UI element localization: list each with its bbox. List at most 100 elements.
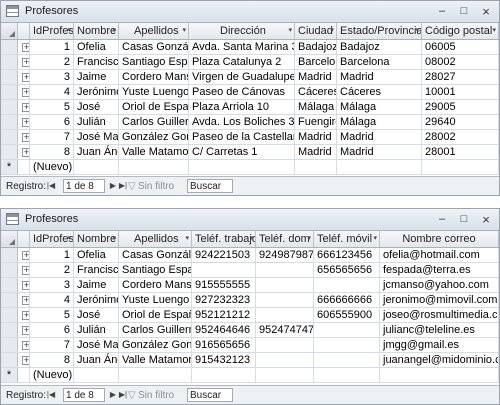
row-selector[interactable]	[1, 323, 18, 337]
expand-cell[interactable]: +	[18, 308, 30, 322]
table-row[interactable]: + 2 Francisco Santiago Espada 656565656 …	[1, 263, 499, 278]
cell-ciudad[interactable]: Madrid	[295, 130, 337, 144]
cell-estado[interactable]: Badajoz	[337, 40, 422, 54]
cell-nombre[interactable]: Francisco	[74, 55, 119, 69]
cell-telef-trabajo[interactable]: 915432123	[192, 353, 256, 367]
column-header-estado[interactable]: Estado/Provincia ▾	[337, 23, 422, 39]
dropdown-icon[interactable]: ▾	[492, 23, 496, 39]
expand-icon[interactable]: +	[22, 133, 29, 142]
minimize-button[interactable]: –	[431, 2, 453, 21]
select-all-corner[interactable]	[1, 231, 18, 247]
table-row[interactable]: + 8 Juan Ángel Valle Matamoros C/ Carret…	[1, 145, 499, 160]
expand-icon[interactable]: +	[22, 296, 29, 305]
cell-ciudad[interactable]: Barcelona	[295, 55, 337, 69]
cell-telef-movil[interactable]	[314, 278, 380, 292]
dropdown-icon[interactable]: ▾	[415, 23, 419, 39]
expand-icon[interactable]: +	[22, 148, 29, 157]
expand-icon[interactable]: +	[22, 251, 29, 260]
expand-icon[interactable]: +	[22, 356, 29, 365]
record-position-field[interactable]: 1 de 8	[63, 388, 105, 402]
cell-telef-trabajo[interactable]: 952464646	[192, 323, 256, 337]
cell-codigo-postal[interactable]: 29640	[422, 115, 499, 129]
expand-cell[interactable]: +	[18, 100, 30, 114]
cell-idprofes[interactable]: 7	[30, 338, 74, 352]
column-header-codigo-postal[interactable]: Código postal ▾	[422, 23, 499, 39]
dropdown-icon[interactable]: ▾	[249, 231, 253, 247]
expand-cell[interactable]: +	[18, 55, 30, 69]
first-record-icon[interactable]: |◀	[45, 179, 57, 193]
expand-cell[interactable]: +	[18, 70, 30, 84]
table-row[interactable]: + 7 José María González González Paseo d…	[1, 130, 499, 145]
cell-idprofes[interactable]: 8	[30, 353, 74, 367]
cell-idprofes[interactable]: 5	[30, 100, 74, 114]
expand-cell[interactable]: +	[18, 293, 30, 307]
cell-apellidos[interactable]: Valle Matamoros	[119, 353, 192, 367]
expand-cell[interactable]: +	[18, 248, 30, 262]
cell-telef-dom[interactable]	[256, 368, 314, 382]
table-row[interactable]: + 7 José María González González 9165656…	[1, 338, 499, 353]
cell-telef-movil[interactable]: 666123456	[314, 248, 380, 262]
row-selector[interactable]	[1, 40, 18, 54]
column-header-ciudad[interactable]: Ciudad ▾	[295, 23, 337, 39]
row-selector[interactable]	[1, 293, 18, 307]
expand-icon[interactable]: +	[22, 103, 29, 112]
cell-nombre-correo[interactable]: julianc@teleline.es	[380, 323, 499, 337]
select-all-corner[interactable]	[1, 23, 18, 39]
row-selector[interactable]	[1, 70, 18, 84]
cell-codigo-postal[interactable]: 08002	[422, 55, 499, 69]
cell-ciudad[interactable]: Badajoz	[295, 40, 337, 54]
expand-icon[interactable]: +	[22, 88, 29, 97]
cell-nombre[interactable]: José	[74, 308, 119, 322]
expand-icon[interactable]: +	[22, 58, 29, 67]
cell-apellidos[interactable]: Oriol de España	[119, 100, 189, 114]
cell-idprofes[interactable]: 2	[30, 55, 74, 69]
cell-nombre-correo[interactable]: juanangel@midominio.com	[380, 353, 499, 367]
title-bar[interactable]: Profesores – □ ×	[1, 1, 499, 23]
column-header-apellidos[interactable]: Apellidos ▾	[119, 23, 189, 39]
expand-cell[interactable]: +	[18, 263, 30, 277]
cell-telef-dom[interactable]	[256, 278, 314, 292]
cell-apellidos[interactable]: Oriol de España	[119, 308, 192, 322]
cell-telef-dom[interactable]	[256, 263, 314, 277]
expand-cell[interactable]: +	[18, 130, 30, 144]
row-selector[interactable]	[1, 308, 18, 322]
cell-telef-movil[interactable]: 606555900	[314, 308, 380, 322]
row-selector[interactable]	[1, 100, 18, 114]
cell-direccion[interactable]: Virgen de Guadalupe 38	[189, 70, 295, 84]
cell-nombre-correo[interactable]: fespada@terra.es	[380, 263, 499, 277]
cell-nombre[interactable]: Julián	[74, 323, 119, 337]
row-selector[interactable]	[1, 55, 18, 69]
cell-telef-movil[interactable]: 656565656	[314, 263, 380, 277]
cell-telef-trabajo[interactable]: 915555555	[192, 278, 256, 292]
table-row[interactable]: + 5 José Oriol de España Plaza Arriola 1…	[1, 100, 499, 115]
expand-cell[interactable]: +	[18, 85, 30, 99]
cell-idprofes[interactable]: 8	[30, 145, 74, 159]
filter-status[interactable]: Sin filtro	[138, 180, 174, 193]
table-row[interactable]: + 2 Francisco Santiago Espada Plaza Cata…	[1, 55, 499, 70]
expand-icon[interactable]: +	[22, 341, 29, 350]
expand-icon[interactable]: +	[22, 311, 29, 320]
expand-cell[interactable]: +	[18, 323, 30, 337]
column-header-telef-movil[interactable]: Teléf. móvil ▾	[314, 231, 380, 247]
cell-ciudad[interactable]: Málaga	[295, 100, 337, 114]
expand-icon[interactable]: +	[22, 266, 29, 275]
cell-direccion[interactable]: C/ Carretas 1	[189, 145, 295, 159]
cell-apellidos[interactable]: Casas González	[119, 40, 189, 54]
cell-telef-dom[interactable]	[256, 293, 314, 307]
cell-codigo-postal[interactable]: 06005	[422, 40, 499, 54]
cell-ciudad[interactable]: Cáceres	[295, 85, 337, 99]
cell-nombre-correo[interactable]: ofelia@hotmail.com	[380, 248, 499, 262]
cell-apellidos[interactable]	[119, 368, 192, 382]
cell-apellidos[interactable]: Yuste Luengo	[119, 293, 192, 307]
cell-telef-movil[interactable]	[314, 368, 380, 382]
close-button[interactable]: ×	[475, 210, 497, 229]
table-row[interactable]: + 1 Ofelia Casas González Avda. Santa Ma…	[1, 40, 499, 55]
cell-nombre[interactable]: Juan Ángel	[74, 353, 119, 367]
table-row[interactable]: + 6 Julián Carlos Guillermo 952464646 95…	[1, 323, 499, 338]
expand-cell[interactable]: +	[18, 115, 30, 129]
cell-estado[interactable]: Málaga	[337, 100, 422, 114]
cell-apellidos[interactable]: González González	[119, 130, 189, 144]
column-header-direccion[interactable]: Dirección ▾	[189, 23, 295, 39]
cell-telef-trabajo[interactable]: 952121212	[192, 308, 256, 322]
cell-nombre-correo[interactable]: joseo@rosmultimedia.com	[380, 308, 499, 322]
